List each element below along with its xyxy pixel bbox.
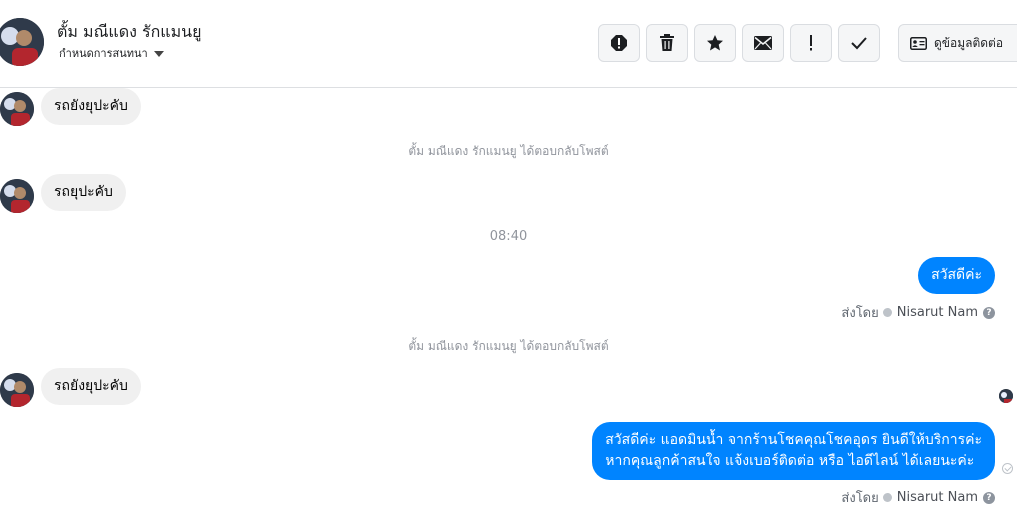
conversation-header: ตั้ม มณีแดง รักแมนยู กำหนดการสนทนา ดูข้อ… xyxy=(0,0,1017,88)
mark-unread-button[interactable] xyxy=(742,24,784,62)
check-icon xyxy=(851,37,867,50)
delete-button[interactable] xyxy=(646,24,688,62)
sender-avatar[interactable] xyxy=(0,373,34,407)
star-button[interactable] xyxy=(694,24,736,62)
post-reply-notice: ตั้ม มณีแดง รักแมนยู ได้ตอบกลับโพสต์ xyxy=(408,339,609,353)
sender-name[interactable]: Nisarut Nam xyxy=(897,305,978,320)
incoming-message-bubble[interactable]: รถยังยุปะคับ xyxy=(41,88,141,125)
help-icon[interactable]: ? xyxy=(983,306,995,319)
contact-name[interactable]: ตั้ม มณีแดง รักแมนยู xyxy=(57,20,201,45)
caret-down-icon xyxy=(153,51,164,57)
view-contact-info-label: ดูข้อมูลติดต่อ xyxy=(934,35,1004,50)
message-line: หากคุณลูกค้าสนใจ แจ้งเบอร์ติดต่อ หรือ ไอ… xyxy=(605,453,975,469)
sender-avatar[interactable] xyxy=(0,92,34,126)
sent-by-label: ส่งโดย xyxy=(841,306,879,321)
sender-name[interactable]: Nisarut Nam xyxy=(897,490,978,505)
conversation-settings-dropdown[interactable]: กำหนดการสนทนา xyxy=(59,44,164,62)
contact-avatar[interactable] xyxy=(0,18,44,66)
trash-icon xyxy=(660,34,674,51)
message-line: สวัสดีค่ะ แอดมินน้ำ จากร้านโชคคุณโชคอุดร… xyxy=(605,432,982,448)
admin-badge-icon xyxy=(882,308,892,317)
outgoing-message-bubble[interactable]: สวัสดีค่ะ แอดมินน้ำ จากร้านโชคคุณโชคอุดร… xyxy=(592,422,995,480)
outgoing-message-bubble[interactable]: สวัสดีค่ะ xyxy=(918,257,995,294)
mark-important-button[interactable] xyxy=(790,24,832,62)
incoming-message-bubble[interactable]: รถยังยุปะคับ xyxy=(41,368,141,405)
conversation-settings-label: กำหนดการสนทนา xyxy=(59,47,148,60)
sender-avatar[interactable] xyxy=(0,179,34,213)
envelope-icon xyxy=(754,36,772,50)
contact-card-icon xyxy=(910,36,927,50)
post-reply-notice: ตั้ม มณีแดง รักแมนยู ได้ตอบกลับโพสต์ xyxy=(408,144,609,158)
mark-spam-button[interactable] xyxy=(598,24,640,62)
incoming-message-bubble[interactable]: รถยุปะคับ xyxy=(41,174,126,211)
seen-indicator-avatar xyxy=(999,389,1013,403)
exclamation-icon xyxy=(810,35,812,51)
sent-by-label: ส่งโดย xyxy=(841,491,879,505)
sent-by-info: ส่งโดย Nisarut Nam ? xyxy=(841,487,995,505)
help-icon[interactable]: ? xyxy=(983,491,995,504)
mark-done-button[interactable] xyxy=(838,24,880,62)
exclamation-octagon-icon xyxy=(611,35,627,51)
sent-by-info: ส่งโดย Nisarut Nam ? xyxy=(841,302,995,323)
delivered-check-icon xyxy=(1002,463,1013,474)
view-contact-info-button[interactable]: ดูข้อมูลติดต่อ xyxy=(898,24,1017,62)
admin-badge-icon xyxy=(882,493,892,502)
message-timestamp: 08:40 xyxy=(489,229,528,244)
star-icon xyxy=(707,35,723,51)
